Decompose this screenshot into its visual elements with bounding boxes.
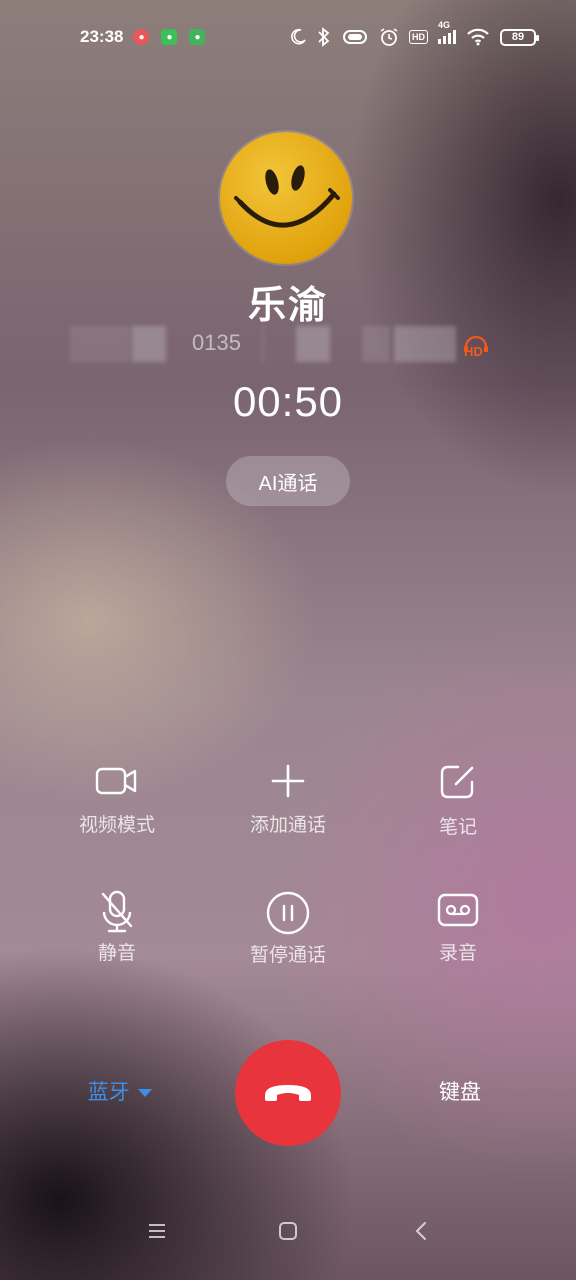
hold-call-button[interactable]: 暂停通话 [213, 890, 363, 967]
plus-icon [271, 764, 305, 798]
contact-name: 乐渝 [247, 283, 328, 327]
wechat-icon: ● [161, 29, 178, 45]
bluetooth-icon [318, 27, 330, 47]
status-icons: HD 4G 89 [289, 20, 539, 47]
redacted-block [132, 326, 166, 362]
notification-icon: ● [133, 29, 150, 45]
status-bar: 23:38 ● ● ● HD 4G 89 [0, 0, 576, 74]
end-call-button[interactable] [235, 1040, 341, 1146]
wifi-icon [467, 28, 489, 46]
hold-call-label: 暂停通话 [249, 944, 326, 966]
vibrate-icon [343, 30, 367, 44]
video-mode-label: 视频模式 [78, 814, 155, 836]
alarm-icon [380, 28, 398, 46]
record-button[interactable]: 录音 [383, 890, 533, 965]
video-camera-icon [95, 767, 137, 795]
moon-icon [291, 28, 306, 45]
battery-icon: 89 [500, 28, 539, 46]
phone-number: 0135 [192, 330, 241, 355]
ai-call-label: AI通话 [258, 472, 318, 495]
navigation-bar [0, 1212, 576, 1252]
notes-button[interactable]: 笔记 [383, 764, 533, 839]
dropdown-arrow-icon [138, 1089, 153, 1097]
record-label: 录音 [438, 942, 477, 964]
note-edit-icon [440, 765, 474, 799]
add-call-label: 添加通话 [249, 814, 326, 836]
back-icon[interactable] [414, 1222, 428, 1240]
hd-voice-label: HD [464, 344, 483, 359]
pause-icon [266, 891, 310, 935]
home-icon[interactable] [279, 1222, 297, 1240]
call-timer: 00:50 [232, 378, 344, 425]
redacted-block [296, 326, 330, 362]
bluetooth-audio-button[interactable]: 蓝牙 [70, 1076, 170, 1106]
mute-button[interactable]: 静音 [42, 890, 192, 965]
hd-icon: HD [409, 30, 428, 44]
contact-avatar [220, 132, 352, 264]
mic-mute-icon [101, 890, 133, 933]
smiley-face-icon [234, 165, 340, 228]
signal-icon: 4G [438, 20, 456, 44]
keypad-button[interactable]: 键盘 [410, 1076, 510, 1106]
mute-label: 静音 [97, 942, 136, 964]
android-icon: ● [189, 29, 206, 45]
hd-voice-icon: HD [462, 335, 490, 363]
keypad-label: 键盘 [439, 1080, 481, 1104]
video-mode-button[interactable]: 视频模式 [42, 764, 192, 837]
redacted-block [262, 326, 264, 362]
bluetooth-label: 蓝牙 [87, 1080, 130, 1104]
record-icon [437, 893, 479, 927]
redacted-block [394, 326, 456, 362]
network-label: 4G [438, 20, 451, 30]
ai-call-button[interactable]: AI通话 [226, 456, 350, 506]
menu-icon[interactable] [148, 1222, 166, 1240]
add-call-button[interactable]: 添加通话 [213, 764, 363, 837]
redacted-block [70, 326, 130, 362]
status-time: 23:38 [80, 27, 124, 46]
redacted-block [362, 326, 390, 362]
notes-label: 笔记 [438, 816, 477, 838]
hang-up-icon [265, 1085, 311, 1101]
